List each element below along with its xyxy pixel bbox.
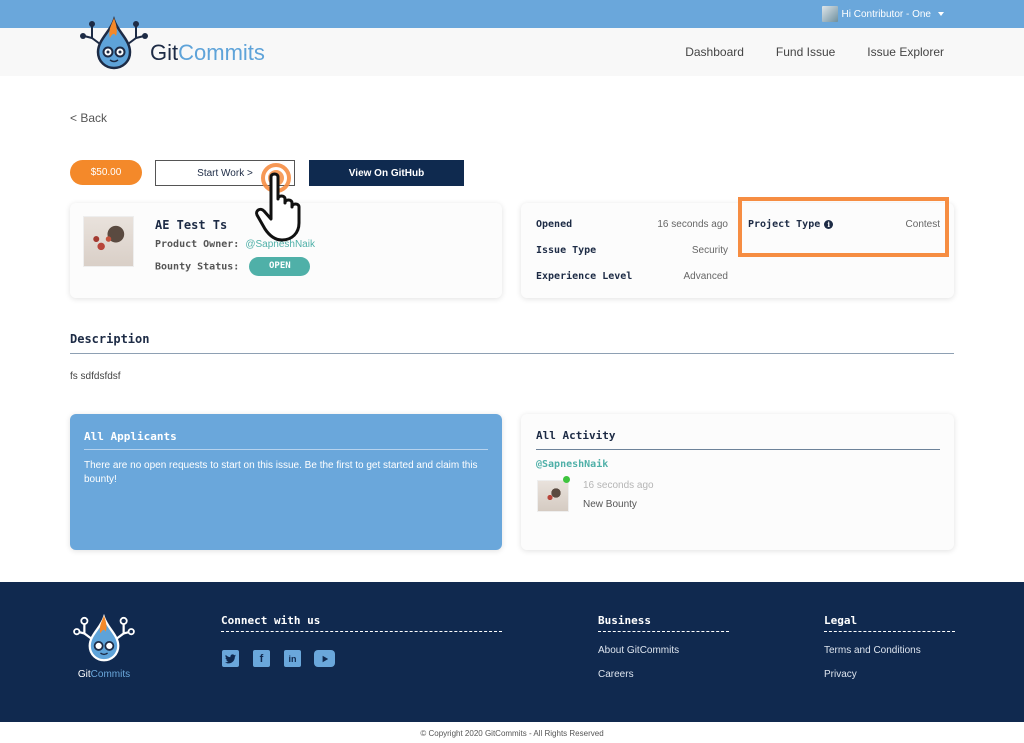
gitcommits-mascot-icon bbox=[73, 613, 135, 662]
issue-image bbox=[83, 216, 134, 267]
copyright-text: © Copyright 2020 GitCommits - All Rights… bbox=[420, 729, 604, 738]
online-status-dot bbox=[563, 476, 570, 483]
activity-divider bbox=[536, 449, 940, 450]
footer-brand-name: GitCommits bbox=[77, 669, 131, 680]
facebook-icon[interactable]: f bbox=[253, 650, 270, 667]
product-owner-label: Product Owner: bbox=[155, 239, 240, 250]
back-link[interactable]: < Back bbox=[70, 111, 107, 125]
main-nav: Dashboard Fund Issue Issue Explorer bbox=[685, 45, 944, 59]
nav-dashboard[interactable]: Dashboard bbox=[685, 45, 744, 59]
activity-avatar bbox=[537, 480, 569, 512]
start-work-button[interactable]: Start Work > bbox=[155, 160, 295, 186]
youtube-icon[interactable] bbox=[314, 650, 335, 667]
nav-issue-explorer[interactable]: Issue Explorer bbox=[867, 45, 944, 59]
careers-link[interactable]: Careers bbox=[598, 669, 634, 680]
opened-value: 16 seconds ago bbox=[657, 219, 728, 230]
activity-time: 16 seconds ago bbox=[583, 480, 654, 491]
issue-type-label: Issue Type bbox=[536, 245, 597, 256]
user-menu[interactable]: Hi Contributor - One bbox=[821, 6, 944, 22]
product-owner-row: Product Owner: @SapneshNaik bbox=[155, 239, 315, 250]
terms-link[interactable]: Terms and Conditions bbox=[824, 645, 921, 656]
footer-logo[interactable]: GitCommits bbox=[68, 612, 140, 680]
description-divider bbox=[70, 353, 954, 354]
bounty-status-badge: OPEN bbox=[249, 257, 311, 276]
privacy-link[interactable]: Privacy bbox=[824, 669, 857, 680]
legal-title: Legal bbox=[824, 614, 858, 627]
user-greeting: Hi Contributor - One bbox=[841, 8, 931, 20]
brand-name: GitCommits bbox=[150, 40, 265, 65]
experience-level-value: Advanced bbox=[683, 271, 728, 282]
product-owner-link[interactable]: @SapneshNaik bbox=[245, 239, 315, 250]
legal-divider bbox=[824, 631, 955, 632]
view-on-github-button[interactable]: View On GitHub bbox=[309, 160, 464, 186]
connect-title: Connect with us bbox=[221, 614, 321, 627]
gitcommits-mascot-icon bbox=[80, 16, 148, 70]
caret-down-icon bbox=[938, 12, 944, 16]
bounty-amount-badge: $50.00 bbox=[70, 160, 142, 185]
applicants-empty-text: There are no open requests to start on t… bbox=[84, 460, 478, 485]
description-text: fs sdfdsfdsf bbox=[70, 371, 121, 382]
applicants-card: All Applicants There are no open request… bbox=[70, 414, 502, 550]
about-link[interactable]: About GitCommits bbox=[598, 645, 679, 656]
activity-card: All Activity @SapneshNaik 16 seconds ago… bbox=[521, 414, 954, 550]
connect-divider bbox=[221, 631, 502, 632]
twitter-icon[interactable] bbox=[222, 650, 239, 667]
activity-title: All Activity bbox=[536, 429, 616, 442]
bounty-status-row: Bounty Status: OPEN bbox=[155, 257, 311, 276]
description-title: Description bbox=[70, 332, 150, 346]
opened-label: Opened bbox=[536, 219, 573, 230]
bounty-status-label: Bounty Status: bbox=[155, 261, 240, 273]
business-title: Business bbox=[598, 614, 651, 627]
nav-fund-issue[interactable]: Fund Issue bbox=[776, 45, 835, 59]
applicants-title: All Applicants bbox=[84, 430, 177, 443]
activity-description: New Bounty bbox=[583, 499, 637, 510]
user-avatar bbox=[821, 6, 838, 22]
project-type-highlight bbox=[738, 197, 949, 257]
linkedin-icon[interactable]: in bbox=[284, 650, 301, 667]
issue-summary-card: AE Test Ts Product Owner: @SapneshNaik B… bbox=[70, 203, 502, 298]
business-divider bbox=[598, 631, 729, 632]
activity-user-link[interactable]: @SapneshNaik bbox=[536, 459, 608, 470]
issue-type-value: Security bbox=[691, 245, 728, 256]
issue-title: AE Test Ts bbox=[155, 218, 228, 232]
experience-level-label: Experience Level bbox=[536, 271, 633, 282]
brand-logo[interactable]: GitCommits bbox=[80, 14, 265, 70]
applicants-divider bbox=[84, 449, 488, 450]
